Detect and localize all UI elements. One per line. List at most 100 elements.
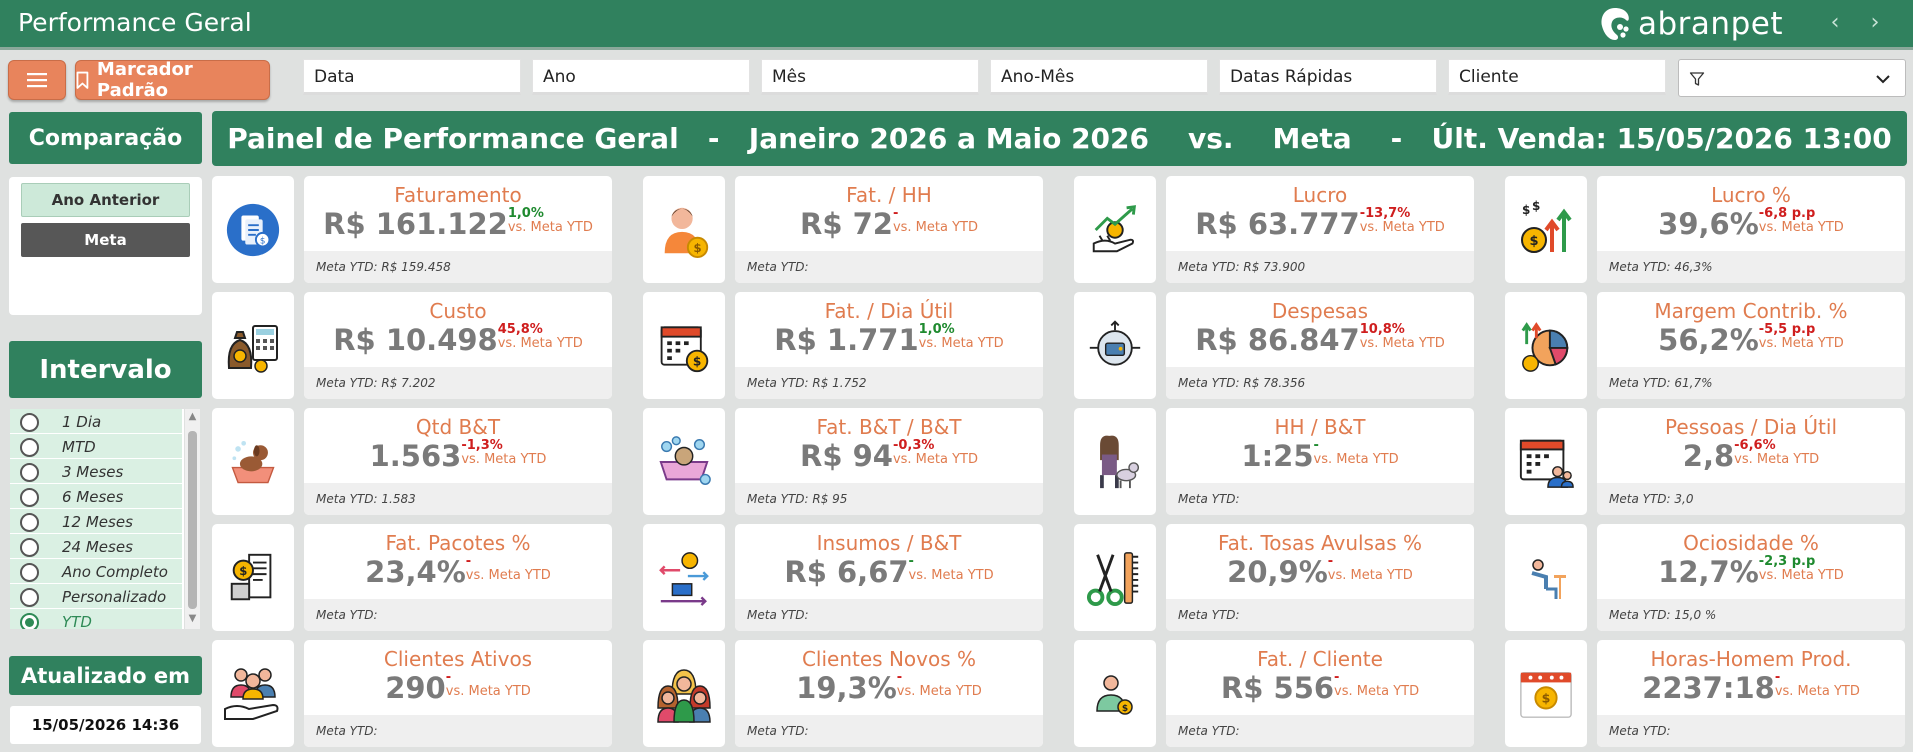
radio-3-meses[interactable]: 3 Meses bbox=[10, 459, 182, 484]
filter-dropdown[interactable] bbox=[1678, 59, 1906, 97]
radio-ano-completo[interactable]: Ano Completo bbox=[10, 559, 182, 584]
kpi-meta: Meta YTD: R$ 7.202 bbox=[304, 367, 612, 399]
kpi-delta: - bbox=[1334, 670, 1340, 685]
kpi-value: R$ 556 bbox=[1220, 671, 1335, 705]
kpi-fat-bt-por-bt[interactable]: Fat. B&T / B&T R$ 94 -0,3% vs. Meta YTD Meta… bbox=[735, 408, 1043, 515]
intervalo-radio-list: 1 Dia MTD 3 Meses 6 Meses 12 Meses 24 Me… bbox=[10, 409, 184, 629]
scrollbar-thumb[interactable] bbox=[188, 431, 197, 609]
kpi-value: R$ 63.777 bbox=[1195, 207, 1360, 241]
profit-growth-icon bbox=[1074, 176, 1156, 283]
scroll-up-icon[interactable]: ▲ bbox=[185, 411, 200, 422]
kpi-insumos-bt[interactable]: Insumos / B&T R$ 6,67- vs. Meta YTD Meta YT… bbox=[735, 524, 1043, 631]
slicer-datas-rapidas[interactable]: Datas Rápidas bbox=[1219, 59, 1437, 95]
kpi-custo[interactable]: Custo R$ 10.498 45,8% vs. Meta YTD Meta YTD:… bbox=[304, 292, 612, 399]
chevron-down-icon bbox=[1876, 75, 1890, 84]
radio-24-meses[interactable]: 24 Meses bbox=[10, 534, 182, 559]
kpi-fat-tosas-avulsas[interactable]: Fat. Tosas Avulsas % 20,9% - vs. Meta YTD Me… bbox=[1166, 524, 1474, 631]
coins-arrows-icon: $ $ $ bbox=[1505, 176, 1587, 283]
kpi-vs-label: vs. Meta YTD bbox=[1734, 452, 1820, 467]
svg-text:$: $ bbox=[693, 241, 701, 255]
kpi-title: Despesas bbox=[1271, 299, 1369, 323]
kpi-ociosidade[interactable]: Ociosidade % 12,7% -2,3 p.p vs. Meta YTD Met… bbox=[1597, 524, 1905, 631]
pet-bathtub-icon bbox=[643, 408, 725, 515]
radio-mtd[interactable]: MTD bbox=[10, 434, 182, 459]
kpi-lucro[interactable]: Lucro R$ 63.777 -13,7% vs. Meta YTD Meta YTD… bbox=[1166, 176, 1474, 283]
kpi-meta: Meta YTD: bbox=[1166, 599, 1474, 631]
kpi-delta: - bbox=[892, 206, 899, 221]
kpi-vs-label: vs. Meta YTD bbox=[1359, 220, 1445, 235]
comparacao-ano-anterior[interactable]: Ano Anterior bbox=[21, 183, 190, 217]
slicer-ano-mes[interactable]: Ano-Mês bbox=[990, 59, 1208, 95]
svg-text:$: $ bbox=[260, 236, 266, 246]
kpi-meta: Meta YTD: 3,0 bbox=[1597, 483, 1905, 515]
kpi-value: R$ 161.122 bbox=[323, 207, 508, 241]
wallet-arrows-icon bbox=[1074, 292, 1156, 399]
kpi-value: R$ 72 bbox=[799, 207, 893, 241]
kpi-fat-dia-util[interactable]: Fat. / Dia Útil R$ 1.771 1,0% vs. Meta YTD M… bbox=[735, 292, 1043, 399]
radio-ytd[interactable]: YTD bbox=[10, 609, 182, 629]
menu-button[interactable] bbox=[8, 60, 66, 100]
radio-1-dia[interactable]: 1 Dia bbox=[10, 409, 182, 434]
kpi-title: HH / B&T bbox=[1274, 415, 1366, 439]
kpi-fat-hh[interactable]: Fat. / HH R$ 72- vs. Meta YTD Meta YTD: bbox=[735, 176, 1043, 283]
kpi-margem-contrib[interactable]: Margem Contrib. % 56,2% -5,5 p.p vs. Meta Y… bbox=[1597, 292, 1905, 399]
kpi-vs-label: vs. Meta YTD bbox=[1758, 220, 1844, 235]
idle-person-icon bbox=[1505, 524, 1587, 631]
kpi-value: 23,4% bbox=[365, 555, 466, 589]
supplies-flow-icon bbox=[643, 524, 725, 631]
chevron-left-icon[interactable]: ‹ bbox=[1825, 12, 1845, 34]
kpi-title: Fat. Tosas Avulsas % bbox=[1217, 531, 1423, 555]
kpi-title: Fat. Pacotes % bbox=[385, 531, 531, 555]
radio-6-meses[interactable]: 6 Meses bbox=[10, 484, 182, 509]
radio-label: Ano Completo bbox=[62, 563, 168, 581]
kpi-hh-bt[interactable]: HH / B&T 1:25- vs. Meta YTD Meta YTD: bbox=[1166, 408, 1474, 515]
kpi-title: Fat. / Cliente bbox=[1257, 647, 1383, 671]
filter-icon bbox=[1689, 72, 1705, 86]
money-bag-calculator-icon bbox=[212, 292, 294, 399]
dog-bath-icon bbox=[212, 408, 294, 515]
slicer-mes[interactable]: Mês bbox=[761, 59, 979, 95]
kpi-faturamento[interactable]: Faturamento R$ 161.122 1,0% vs. Meta YTD Met… bbox=[304, 176, 612, 283]
radio-label: 1 Dia bbox=[62, 413, 102, 431]
radio-12-meses[interactable]: 12 Meses bbox=[10, 509, 182, 534]
kpi-fat-cliente[interactable]: Fat. / Cliente R$ 556- vs. Meta YTD Meta YT… bbox=[1166, 640, 1474, 747]
kpi-value: 1:25 bbox=[1241, 439, 1314, 473]
intervalo-scrollbar[interactable]: ▲ ▼ bbox=[185, 409, 200, 629]
receipt-coin-icon: $ bbox=[212, 524, 294, 631]
calendar-money-icon: $ bbox=[1505, 640, 1587, 747]
brand-logo: abranpet bbox=[1598, 2, 1783, 46]
kpi-delta: -6,6% bbox=[1734, 438, 1776, 453]
kpi-pessoas-dia-util[interactable]: Pessoas / Dia Útil 2,8 -6,6% vs. Meta YTD Me… bbox=[1597, 408, 1905, 515]
comparacao-meta[interactable]: Meta bbox=[21, 223, 190, 257]
kpi-meta: Meta YTD: bbox=[735, 599, 1043, 631]
person-coin-icon: $ bbox=[643, 176, 725, 283]
kpi-vs-label: vs. Meta YTD bbox=[1758, 336, 1844, 351]
svg-text:$: $ bbox=[1529, 234, 1538, 249]
kpi-qtd-bt[interactable]: Qtd B&T 1.563 -1,3% vs. Meta YTD Meta YTD: 1… bbox=[304, 408, 612, 515]
kpi-vs-label: vs. Meta YTD bbox=[1334, 684, 1420, 699]
bookmark-button[interactable]: Marcador Padrão bbox=[75, 59, 270, 101]
invoice-icon: $ bbox=[212, 176, 294, 283]
dashboard-title: Painel de Performance Geral - Janeiro 20… bbox=[212, 111, 1907, 166]
kpi-despesas[interactable]: Despesas R$ 86.847 10,8% vs. Meta YTD Meta Y… bbox=[1166, 292, 1474, 399]
radio-label: YTD bbox=[62, 613, 92, 629]
slicer-cliente[interactable]: Cliente bbox=[1448, 59, 1666, 95]
bookmark-icon bbox=[76, 71, 89, 89]
kpi-clientes-ativos[interactable]: Clientes Ativos 290- vs. Meta YTD Meta YTD: bbox=[304, 640, 612, 747]
chevron-right-icon[interactable]: › bbox=[1865, 12, 1885, 34]
kpi-meta: Meta YTD: bbox=[1166, 715, 1474, 747]
kpi-value: R$ 94 bbox=[799, 439, 893, 473]
bookmark-label: Marcador Padrão bbox=[96, 59, 193, 101]
radio-personalizado[interactable]: Personalizado bbox=[10, 584, 182, 609]
kpi-meta: Meta YTD: R$ 73.900 bbox=[1166, 251, 1474, 283]
kpi-fat-pacotes[interactable]: Fat. Pacotes % 23,4% - vs. Meta YTD Meta YTD… bbox=[304, 524, 612, 631]
kpi-meta: Meta YTD: 1.583 bbox=[304, 483, 612, 515]
slicer-ano[interactable]: Ano bbox=[532, 59, 750, 95]
scroll-down-icon[interactable]: ▼ bbox=[185, 613, 200, 624]
slicer-data[interactable]: Data bbox=[303, 59, 521, 95]
kpi-delta: -2,3 p.p bbox=[1758, 554, 1816, 569]
kpi-clientes-novos[interactable]: Clientes Novos % 19,3% - vs. Meta YTD Meta Y… bbox=[735, 640, 1043, 747]
paw-logo-icon bbox=[1601, 8, 1629, 40]
kpi-lucro-pct[interactable]: Lucro % 39,6% -6,8 p.p vs. Meta YTD Meta YTD… bbox=[1597, 176, 1905, 283]
kpi-horas-homem[interactable]: Horas-Homem Prod. 2237:18- vs. Meta YTD Met… bbox=[1597, 640, 1905, 747]
